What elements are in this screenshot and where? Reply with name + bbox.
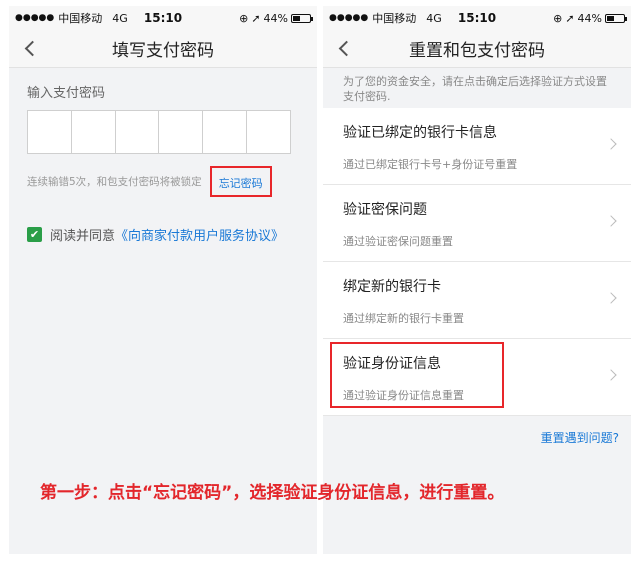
network-label: 4G xyxy=(426,11,442,25)
rotation-lock-icon: ⊕ xyxy=(553,11,563,25)
signal-dots-icon: ●●●●● xyxy=(15,13,55,23)
option-verify-bank-card[interactable]: 验证已绑定的银行卡信息 通过已绑定银行卡号+身份证号重置 xyxy=(323,108,631,185)
password-input[interactable] xyxy=(27,110,291,154)
status-bar: ●●●●● 中国移动 4G 15:10 ⊕ ➚ 44% xyxy=(9,6,317,30)
password-digit-cell[interactable] xyxy=(247,111,290,153)
left-screen: ●●●●● 中国移动 4G 15:10 ⊕ ➚ 44% 填写支付密码 输入支付密… xyxy=(9,6,317,554)
forgot-password-link[interactable]: 忘记密码 xyxy=(219,177,263,190)
password-digit-cell[interactable] xyxy=(72,111,116,153)
option-bind-new-card[interactable]: 绑定新的银行卡 通过绑定新的银行卡重置 xyxy=(323,262,631,339)
right-screen: ●●●●● 中国移动 4G 15:10 ⊕ ➚ 44% 重置和包支付密码 为了您… xyxy=(323,6,631,554)
page-title: 填写支付密码 xyxy=(112,41,214,61)
back-button[interactable] xyxy=(335,38,355,58)
signal-dots-icon: ●●●●● xyxy=(329,13,369,23)
nav-bar: 重置和包支付密码 xyxy=(323,30,631,68)
agreement-link[interactable]: 《向商家付款用户服务协议》 xyxy=(115,225,284,244)
agree-checkbox[interactable]: ✔ xyxy=(27,227,42,242)
carrier-label: 中国移动 xyxy=(58,12,103,25)
check-icon: ✔ xyxy=(29,228,40,241)
network-label: 4G xyxy=(112,11,128,25)
option-title: 绑定新的银行卡 xyxy=(343,279,441,295)
battery-percent: 44% xyxy=(263,11,288,25)
password-digit-cell[interactable] xyxy=(116,111,160,153)
password-label: 输入支付密码 xyxy=(27,86,106,101)
option-subtitle: 通过验证身份证信息重置 xyxy=(343,389,464,402)
carrier-label: 中国移动 xyxy=(372,12,417,25)
reset-trouble-link[interactable]: 重置遇到问题? xyxy=(323,429,631,446)
location-icon: ➚ xyxy=(565,11,575,25)
battery-icon xyxy=(605,13,627,23)
password-digit-cell[interactable] xyxy=(203,111,248,153)
status-time: 15:10 xyxy=(457,11,497,25)
status-bar: ●●●●● 中国移动 4G 15:10 ⊕ ➚ 44% xyxy=(323,6,631,30)
battery-percent: 44% xyxy=(577,11,602,25)
nav-bar: 填写支付密码 xyxy=(9,30,317,68)
security-notice: 为了您的资金安全，请在点击确定后选择验证方式设置支付密码. xyxy=(343,75,607,103)
password-digit-cell[interactable] xyxy=(28,111,72,153)
rotation-lock-icon: ⊕ xyxy=(239,11,249,25)
option-subtitle: 通过绑定新的银行卡重置 xyxy=(343,312,464,325)
location-icon: ➚ xyxy=(251,11,261,25)
reset-options-list: 验证已绑定的银行卡信息 通过已绑定银行卡号+身份证号重置 验证密保问题 通过验证… xyxy=(323,108,631,416)
password-digit-cell[interactable] xyxy=(159,111,204,153)
option-verify-id-card[interactable]: 验证身份证信息 通过验证身份证信息重置 xyxy=(323,339,631,416)
option-title: 验证密保问题 xyxy=(343,202,427,218)
instruction-caption: 第一步：点击“忘记密码”，选择验证身份证信息，进行重置。 xyxy=(40,483,505,503)
battery-icon xyxy=(291,13,313,23)
page-title: 重置和包支付密码 xyxy=(409,41,545,61)
lock-warning-text: 连续输错5次，和包支付密码将被锁定 xyxy=(27,176,202,188)
option-security-question[interactable]: 验证密保问题 通过验证密保问题重置 xyxy=(323,185,631,262)
back-button[interactable] xyxy=(21,38,41,58)
option-title: 验证已绑定的银行卡信息 xyxy=(343,125,497,141)
option-title: 验证身份证信息 xyxy=(343,356,441,372)
status-time: 15:10 xyxy=(143,11,183,25)
agree-prefix: 阅读并同意 xyxy=(50,229,116,244)
option-subtitle: 通过验证密保问题重置 xyxy=(343,235,453,248)
option-subtitle: 通过已绑定银行卡号+身份证号重置 xyxy=(343,158,518,171)
forgot-password-highlight: 忘记密码 xyxy=(209,166,272,197)
